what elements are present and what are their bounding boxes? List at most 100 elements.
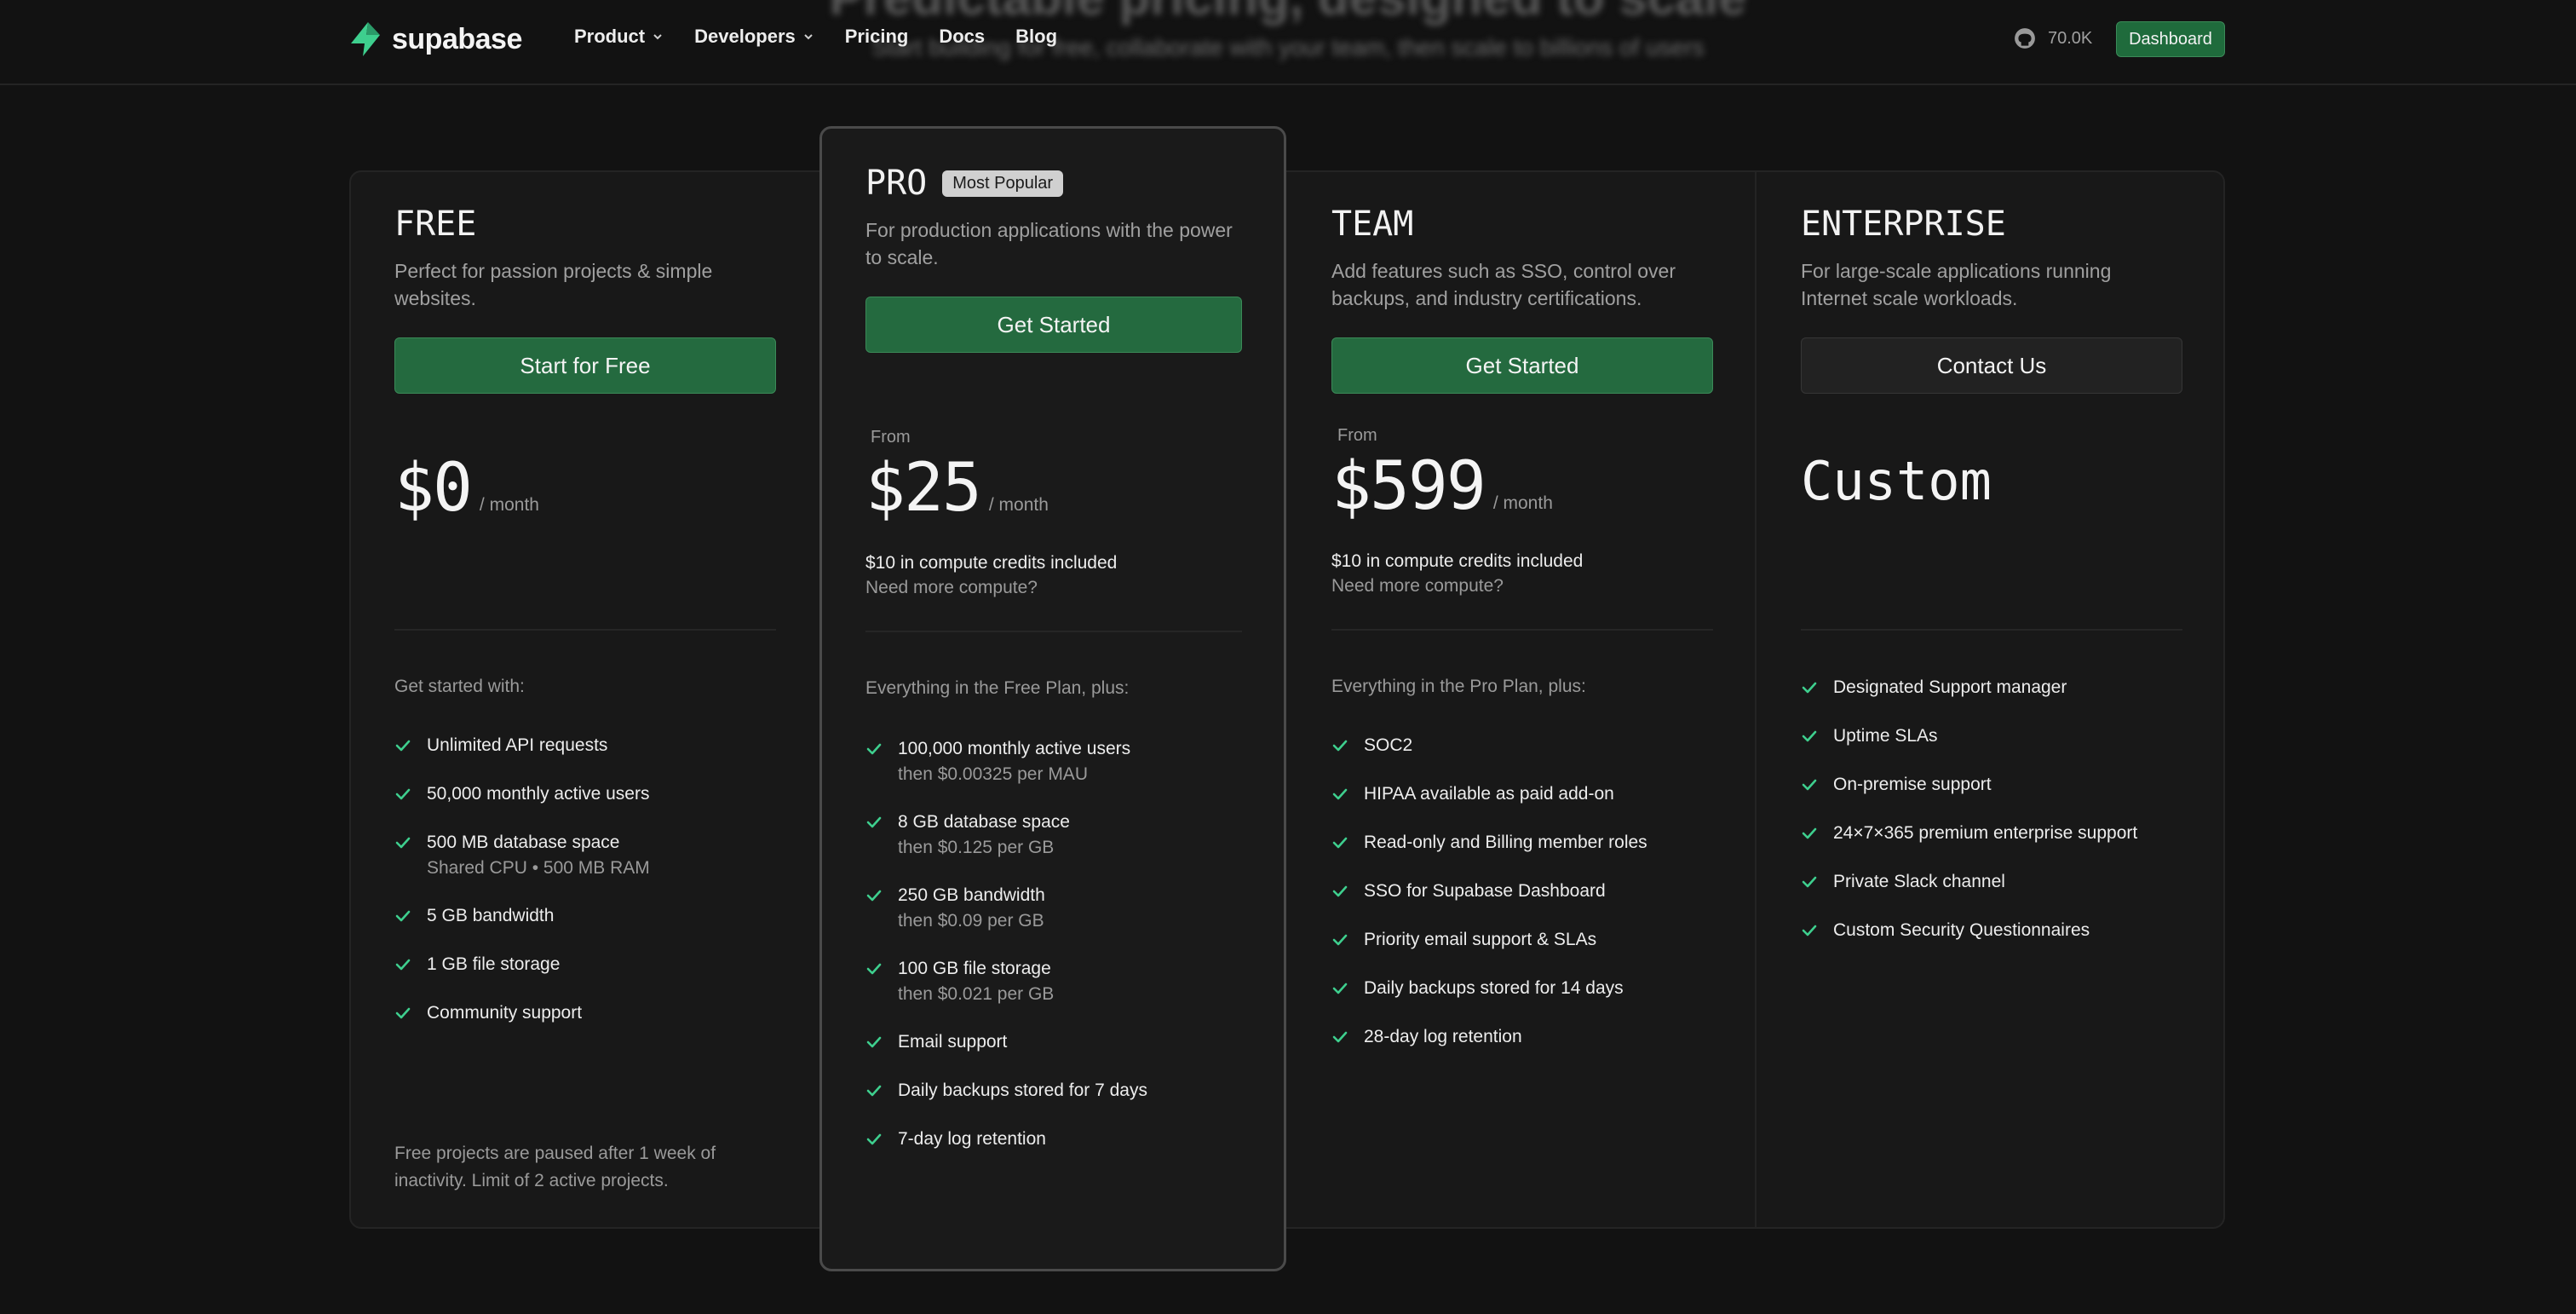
feature-text: On-premise support — [1833, 775, 1992, 794]
check-icon — [1332, 837, 1348, 849]
feature-text: SOC2 — [1364, 735, 1413, 755]
feature-text: Uptime SLAs — [1833, 726, 1938, 746]
plan-name: TEAM — [1331, 205, 1414, 244]
team-get-started-button[interactable]: Get Started — [1331, 337, 1713, 394]
feature-text-group: Unlimited API requests — [427, 733, 607, 758]
supabase-bolt-icon — [351, 22, 380, 56]
plan-name-row: PRO Most Popular — [865, 162, 1247, 205]
price-period: / month — [1492, 493, 1553, 513]
feature-text: Private Slack channel — [1833, 872, 2005, 891]
feature-item: On-premise support — [1801, 772, 2201, 798]
brand-logo[interactable]: supabase — [348, 20, 522, 58]
feature-text-group: Priority email support & SLAs — [1364, 927, 1596, 953]
feature-item: Private Slack channel — [1801, 869, 2201, 895]
github-stars-link[interactable]: 70.0K — [2014, 27, 2092, 49]
feature-item: Email support — [865, 1029, 1242, 1055]
feature-text: 28-day log retention — [1364, 1027, 1522, 1046]
pro-price-row: $25 / month — [865, 450, 1049, 527]
plan-price: $25 — [865, 450, 982, 527]
feature-item: Daily backups stored for 7 days — [865, 1078, 1242, 1104]
free-footnote: Free projects are paused after 1 week of… — [394, 1144, 716, 1190]
nav-item-label: Pricing — [844, 26, 909, 47]
feature-text: 500 MB database space — [427, 833, 620, 852]
feature-text-group: 8 GB database space then $0.125 per GB — [898, 810, 1070, 861]
plan-price: $599 — [1331, 448, 1486, 525]
feature-item: 500 MB database space Shared CPU • 500 MB… — [394, 830, 776, 881]
nav-item-blog[interactable]: Blog — [1015, 26, 1057, 48]
plan-description: Add features such as SSO, control over b… — [1331, 260, 1676, 309]
nav-item-docs[interactable]: Docs — [939, 26, 985, 48]
pro-plan: PRO Most Popular For production applicat… — [865, 162, 1247, 353]
chevron-down-icon — [804, 34, 813, 40]
need-more-compute-link[interactable]: Need more compute? — [1331, 573, 1583, 598]
feature-text-group: Uptime SLAs — [1833, 723, 1938, 749]
price-from-label: From — [871, 428, 911, 447]
nav-item-product[interactable]: Product — [574, 26, 664, 48]
feature-text: Designated Support manager — [1833, 677, 2067, 697]
features-heading: Everything in the Free Plan, plus: — [865, 678, 1130, 698]
feature-text: 7-day log retention — [898, 1129, 1046, 1149]
feature-text-group: 100,000 monthly active users then $0.0032… — [898, 736, 1130, 787]
feature-text-group: 5 GB bandwidth — [427, 903, 554, 929]
feature-text: 8 GB database space — [898, 812, 1070, 832]
feature-text-group: Private Slack channel — [1833, 869, 2005, 895]
team-plan: TEAM Add features such as SSO, control o… — [1331, 203, 1713, 394]
enterprise-plan: ENTERPRISE For large-scale applications … — [1801, 203, 2182, 394]
divider — [1801, 629, 2182, 631]
check-icon — [866, 816, 882, 828]
dashboard-button[interactable]: Dashboard — [2116, 21, 2225, 57]
feature-text: 5 GB bandwidth — [427, 906, 555, 925]
feature-item: Uptime SLAs — [1801, 723, 2201, 749]
enterprise-price-row: Custom — [1801, 450, 1992, 512]
feature-subtext: then $0.021 per GB — [898, 984, 1055, 1004]
check-icon — [1332, 983, 1348, 994]
feature-item: Designated Support manager — [1801, 675, 2201, 700]
divider — [394, 629, 776, 631]
top-nav: Predictable pricing, designed to scale S… — [0, 0, 2576, 85]
feature-text-group: Community support — [427, 1000, 582, 1026]
feature-text-group: 250 GB bandwidth then $0.09 per GB — [898, 883, 1045, 934]
feature-text-group: 28-day log retention — [1364, 1024, 1522, 1050]
feature-text-group: Read-only and Billing member roles — [1364, 830, 1647, 856]
feature-item: 8 GB database space then $0.125 per GB — [865, 810, 1242, 861]
chevron-down-icon — [653, 34, 662, 40]
check-icon — [395, 837, 411, 849]
feature-item: 28-day log retention — [1331, 1024, 1713, 1050]
need-more-compute-link[interactable]: Need more compute? — [865, 575, 1117, 600]
github-stars-count: 70.0K — [2048, 28, 2093, 48]
check-icon — [866, 1133, 882, 1145]
nav-item-developers[interactable]: Developers — [694, 26, 814, 48]
feature-item: 7-day log retention — [865, 1127, 1242, 1152]
feature-item: Community support — [394, 1000, 776, 1026]
check-icon — [1802, 682, 1817, 694]
nav-item-pricing[interactable]: Pricing — [845, 26, 909, 48]
contact-us-button[interactable]: Contact Us — [1801, 337, 2182, 394]
features-heading: Get started with: — [394, 677, 525, 696]
feature-text-group: 500 MB database space Shared CPU • 500 MB… — [427, 830, 650, 881]
plan-description: Perfect for passion projects & simple we… — [394, 260, 713, 309]
feature-subtext: then $0.125 per GB — [898, 838, 1055, 857]
enterprise-feature-list: Designated Support manager Uptime SLAs On-… — [1801, 675, 2201, 966]
feature-item: 24×7×365 premium enterprise support — [1801, 821, 2201, 846]
feature-text: Priority email support & SLAs — [1364, 930, 1597, 949]
check-icon — [1802, 925, 1817, 937]
plan-name: FREE — [394, 205, 477, 244]
start-for-free-button[interactable]: Start for Free — [394, 337, 776, 394]
pro-feature-list: 100,000 monthly active users then $0.0032… — [865, 736, 1242, 1175]
feature-subtext: then $0.09 per GB — [898, 911, 1044, 931]
feature-text-group: Daily backups stored for 7 days — [898, 1078, 1147, 1104]
column-divider — [1755, 170, 1757, 1229]
free-price-row: $0 / month — [394, 450, 539, 527]
feature-item: HIPAA available as paid add-on — [1331, 781, 1713, 807]
main-menu: Product Developers Pricing Docs Blog — [574, 26, 1088, 48]
check-icon — [1802, 876, 1817, 888]
nav-item-label: Blog — [1015, 26, 1058, 47]
pro-get-started-button[interactable]: Get Started — [865, 297, 1242, 353]
feature-text: Email support — [898, 1032, 1008, 1052]
feature-text-group: Email support — [898, 1029, 1007, 1055]
pro-credits: $10 in compute credits included Need mor… — [865, 550, 1117, 600]
compute-credits-text: $10 in compute credits included — [1331, 551, 1584, 571]
feature-text: 100 GB file storage — [898, 959, 1051, 978]
feature-text: HIPAA available as paid add-on — [1364, 784, 1614, 804]
feature-text-group: SSO for Supabase Dashboard — [1364, 879, 1606, 904]
